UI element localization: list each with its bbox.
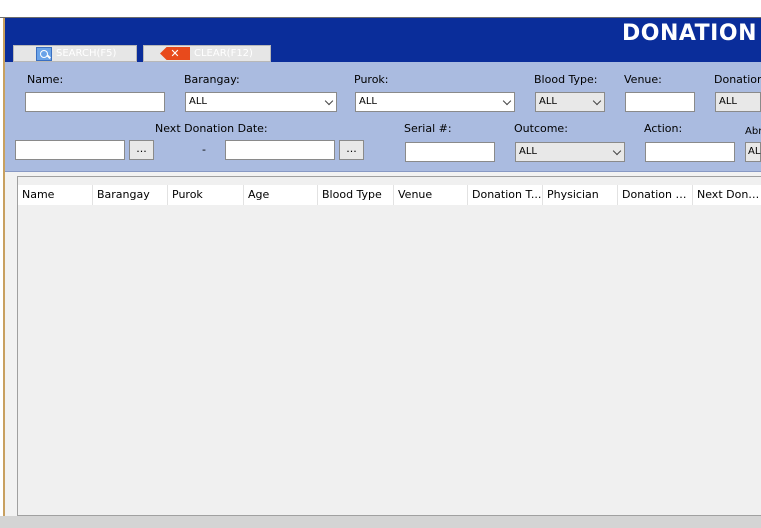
filter-panel: Name: Barangay: Purok: Blood Type: Venue…: [5, 62, 761, 172]
page-title: DONATION: [621, 21, 757, 46]
abroad-select-value: AL: [748, 146, 761, 157]
header-bar: DONATION SEARCH(F5) ✕ CLEAR(F12): [5, 18, 761, 62]
search-icon: [36, 46, 52, 61]
blood-type-select[interactable]: ALL: [535, 92, 605, 112]
clear-x-icon: ✕: [160, 47, 190, 60]
blood-type-label: Blood Type:: [534, 73, 598, 86]
purok-label: Purok:: [354, 73, 389, 86]
toolbar: SEARCH(F5) ✕ CLEAR(F12): [9, 44, 761, 62]
next-donation-date-label: Next Donation Date:: [155, 122, 268, 135]
purok-select[interactable]: ALL: [355, 92, 515, 112]
barangay-label: Barangay:: [184, 73, 240, 86]
donation-type-select[interactable]: ALL: [715, 92, 761, 112]
barangay-select[interactable]: ALL: [185, 92, 337, 112]
abroad-select[interactable]: AL: [745, 142, 761, 162]
donation-type-label: Donation T: [714, 73, 761, 86]
column-header-venue[interactable]: Venue: [394, 185, 468, 205]
search-button[interactable]: SEARCH(F5): [13, 45, 137, 62]
next-donation-date-from-input[interactable]: [15, 140, 125, 160]
date-to-picker-button[interactable]: ...: [339, 140, 364, 160]
status-bar: [0, 516, 761, 528]
serial-label: Serial #:: [404, 122, 452, 135]
grid-header: Name Barangay Purok Age Blood Type Venue…: [18, 185, 761, 205]
column-header-next-donation[interactable]: Next Dona...: [693, 185, 761, 205]
column-header-physician[interactable]: Physician: [543, 185, 618, 205]
column-header-donation-date[interactable]: Donation D...: [618, 185, 693, 205]
date-from-picker-button[interactable]: ...: [129, 140, 154, 160]
abroad-label: Abr: [745, 126, 761, 137]
outcome-label: Outcome:: [514, 122, 568, 135]
venue-input[interactable]: [625, 92, 695, 112]
barangay-select-value: ALL: [189, 96, 207, 107]
chevron-down-icon: [502, 96, 512, 106]
outcome-select[interactable]: ALL: [515, 142, 625, 162]
column-header-purok[interactable]: Purok: [168, 185, 244, 205]
clear-button[interactable]: ✕ CLEAR(F12): [143, 45, 271, 62]
column-header-blood-type[interactable]: Blood Type: [318, 185, 394, 205]
chevron-down-icon: [592, 96, 602, 106]
action-label: Action:: [644, 122, 683, 135]
clear-button-label: CLEAR(F12): [194, 48, 253, 59]
name-input[interactable]: [25, 92, 165, 112]
column-header-age[interactable]: Age: [244, 185, 318, 205]
date-range-separator: -: [202, 143, 206, 156]
next-donation-date-to-input[interactable]: [225, 140, 335, 160]
outcome-select-value: ALL: [519, 146, 537, 157]
chevron-down-icon: [612, 146, 622, 156]
name-label: Name:: [27, 73, 64, 86]
serial-input[interactable]: [405, 142, 495, 162]
blood-type-select-value: ALL: [539, 96, 557, 107]
results-grid[interactable]: Name Barangay Purok Age Blood Type Venue…: [17, 176, 761, 516]
column-header-donation-type[interactable]: Donation T...: [468, 185, 543, 205]
column-header-barangay[interactable]: Barangay: [93, 185, 168, 205]
donation-type-select-value: ALL: [719, 96, 737, 107]
donation-window: DONATION SEARCH(F5) ✕ CLEAR(F12) Name: B…: [3, 18, 761, 518]
column-header-name[interactable]: Name: [18, 185, 93, 205]
action-input[interactable]: [645, 142, 735, 162]
search-button-label: SEARCH(F5): [56, 48, 117, 59]
purok-select-value: ALL: [359, 96, 377, 107]
chevron-down-icon: [324, 96, 334, 106]
window-top-strip: [0, 0, 761, 18]
venue-label: Venue:: [624, 73, 662, 86]
